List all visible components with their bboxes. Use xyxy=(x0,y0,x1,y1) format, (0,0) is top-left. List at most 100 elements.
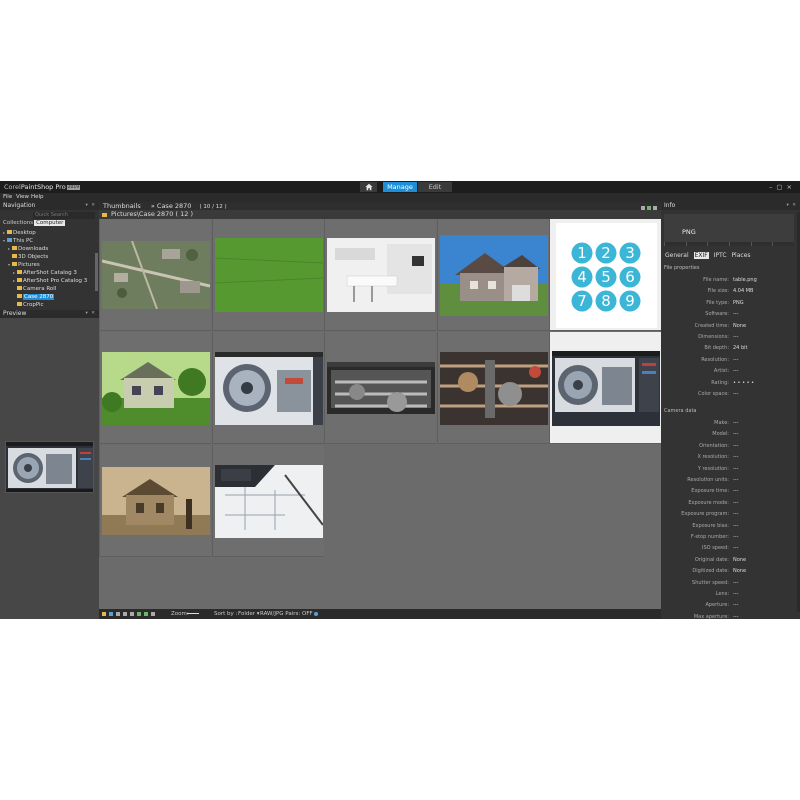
thumbnail-cell[interactable] xyxy=(324,332,436,444)
info-icon[interactable] xyxy=(151,612,155,616)
quick-search-input[interactable]: Quick Search xyxy=(33,212,95,219)
window-controls[interactable]: –▢× xyxy=(769,183,796,191)
thumbnail-cell[interactable] xyxy=(324,219,436,331)
property-row: Make: --- xyxy=(661,418,800,429)
property-label: Dimensions: xyxy=(698,334,729,340)
thumbnail-cell[interactable] xyxy=(211,332,324,444)
tab-exif[interactable]: EXIF xyxy=(693,252,709,259)
tree-item[interactable]: ▸ Desktop xyxy=(0,229,96,237)
panel-pin-icon[interactable]: ▾ ✕ xyxy=(86,310,96,318)
folder-icon xyxy=(17,278,22,282)
navigation-scrollbar[interactable] xyxy=(95,253,98,291)
map-icon[interactable] xyxy=(137,612,141,616)
property-value: None xyxy=(733,322,747,329)
property-label: File type: xyxy=(706,299,729,306)
engine-thumbnail xyxy=(439,351,548,425)
property-label: Exposure time: xyxy=(691,488,729,495)
menu-view[interactable]: View xyxy=(16,194,29,200)
info-tabs: General EXIF IPTC Places xyxy=(665,252,754,259)
panel-pin-icon[interactable]: ▾ ✕ xyxy=(86,202,96,210)
thumbnail-cell[interactable] xyxy=(99,445,211,557)
tree-item[interactable]: ▸ AfterShot Pro Catalog 3 xyxy=(0,277,96,285)
thumbnail-cell[interactable]: 123 456 789 xyxy=(549,219,661,331)
property-label: Bit depth: xyxy=(704,345,729,352)
select-icon[interactable] xyxy=(109,612,113,616)
property-row: Color space: --- xyxy=(661,389,800,400)
sort-dropdown[interactable]: Folder ▾ xyxy=(238,609,260,619)
folder-icon xyxy=(12,254,17,258)
adjust-icon[interactable] xyxy=(144,612,148,616)
engine-screenshot-thumbnail xyxy=(327,362,435,414)
menu-file[interactable]: File xyxy=(3,194,12,200)
property-label: Make: xyxy=(714,420,729,426)
property-label: File name: xyxy=(703,277,729,283)
tree-item[interactable]: CropPic xyxy=(0,301,96,309)
camera-data-heading: Camera data xyxy=(664,408,697,414)
property-row: Shutter speed: --- xyxy=(661,578,800,589)
file-properties-heading: File properties xyxy=(664,265,700,271)
property-row: Digitized date: None xyxy=(661,566,800,577)
computer-tab[interactable]: Computer xyxy=(34,220,66,226)
navigation-title: Navigation ▾ ✕ xyxy=(0,202,99,210)
thumbnail-cell[interactable] xyxy=(99,219,211,331)
help-icon[interactable] xyxy=(314,612,318,616)
property-row: Exposure mode: --- xyxy=(661,498,800,509)
property-label: Resolution units: xyxy=(687,477,729,483)
raw-jpg-pairs-dropdown[interactable]: RAW/JPG Pairs: OFF ▾ xyxy=(260,609,317,619)
property-row: Original date: None xyxy=(661,555,800,566)
thumbnail-cell[interactable] xyxy=(549,332,661,444)
info-preview-strip xyxy=(664,242,795,246)
thumbnails-header: Thumbnails » Case 2870 ( 10 / 12 ) xyxy=(99,202,661,210)
property-row: Software: --- xyxy=(661,309,800,320)
thumbnail-cell[interactable] xyxy=(99,332,211,444)
svg-text:6: 6 xyxy=(625,268,635,286)
collections-tab[interactable]: Collections xyxy=(3,220,33,226)
property-value: --- xyxy=(733,442,739,449)
tree-item[interactable]: ▾ Pictures xyxy=(0,261,96,269)
panel-pin-icon[interactable]: ▾ ✕ xyxy=(787,202,797,210)
property-row: F-stop number: --- xyxy=(661,532,800,543)
tab-edit[interactable]: Edit xyxy=(418,182,452,192)
property-value: --- xyxy=(733,511,739,518)
tree-item-label: AfterShot Catalog 3 xyxy=(23,270,77,276)
property-row: File size: 4.04 MB xyxy=(661,286,800,297)
property-value: --- xyxy=(733,311,739,318)
property-row: Resolution: --- xyxy=(661,355,800,366)
tag-icon[interactable] xyxy=(116,612,120,616)
thumbnail-cell[interactable] xyxy=(436,332,549,444)
property-value: 4.04 MB xyxy=(733,288,754,295)
tab-places[interactable]: Places xyxy=(731,252,750,259)
tab-general[interactable]: General xyxy=(665,252,689,259)
share-icon[interactable] xyxy=(130,612,134,616)
property-label: Exposure bias: xyxy=(692,522,729,529)
tree-item[interactable]: ▾ This PC xyxy=(0,237,96,245)
property-value: --- xyxy=(733,591,739,597)
thumbnail-cell[interactable] xyxy=(211,445,324,557)
folder-tree: ▸ Desktop ▾ This PC ▸ Downloads 3D Objects ▾ Pic… xyxy=(0,229,96,309)
home-tab[interactable] xyxy=(360,182,377,192)
property-value: --- xyxy=(733,356,739,363)
thumbnail-cell[interactable] xyxy=(211,219,324,331)
rotate-icon[interactable] xyxy=(123,612,127,616)
thumbnail-cell[interactable] xyxy=(436,219,549,331)
info-panel: Info ▾ ✕ PNG General EXIF IPTC Places Fi… xyxy=(661,202,800,620)
tree-item[interactable]: Camera Roll xyxy=(0,285,96,293)
tree-item[interactable]: ▸ AfterShot Catalog 3 xyxy=(0,269,96,277)
property-label: Color space: xyxy=(698,391,729,397)
tree-item[interactable]: Case 2870 xyxy=(0,293,96,301)
zoom-slider[interactable] xyxy=(187,613,199,614)
property-label: Rating: xyxy=(711,379,729,386)
menu-help[interactable]: Help xyxy=(31,194,44,200)
tree-item-label: Case 2870 xyxy=(23,294,55,300)
property-label: Resolution: xyxy=(701,356,729,363)
svg-text:5: 5 xyxy=(601,268,611,286)
tree-item[interactable]: 3D Objects xyxy=(0,253,96,261)
svg-text:4: 4 xyxy=(577,268,587,286)
property-label: Orientation: xyxy=(699,442,729,449)
folder-icon[interactable] xyxy=(102,612,106,616)
tab-manage[interactable]: Manage xyxy=(383,182,417,192)
tree-item[interactable]: ▸ Downloads xyxy=(0,245,96,253)
tab-iptc[interactable]: IPTC xyxy=(714,252,727,259)
folder-icon xyxy=(102,213,107,217)
property-label: X resolution: xyxy=(697,454,729,461)
